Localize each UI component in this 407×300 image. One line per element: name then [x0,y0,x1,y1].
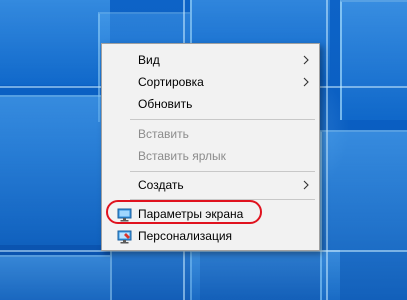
display-settings-icon [117,207,132,222]
menu-item-label: Создать [138,178,184,192]
menu-item-label: Обновить [138,97,193,111]
menu-item-sort[interactable]: Сортировка [103,71,318,93]
menu-separator [130,171,315,172]
menu-item-personalization[interactable]: Персонализация [103,225,318,247]
menu-item-label: Персонализация [138,229,233,243]
wallpaper-light-pane [190,250,340,300]
wallpaper-light-pane [0,95,110,245]
menu-item-paste-shortcut[interactable]: Вставить ярлык [103,145,318,167]
menu-separator [130,199,315,200]
menu-item-label: Сортировка [138,75,204,89]
wallpaper-light-pane [0,255,110,300]
menu-item-label: Параметры экрана [138,207,244,221]
menu-item-label: Вставить [138,127,189,141]
menu-item-new[interactable]: Создать [103,174,318,196]
chevron-right-icon [302,71,310,93]
menu-item-display-settings[interactable]: Параметры экрана [103,203,318,225]
menu-item-view[interactable]: Вид [103,49,318,71]
chevron-right-icon [302,174,310,196]
chevron-right-icon [302,49,310,71]
menu-item-label: Вставить ярлык [138,149,226,163]
menu-separator [130,119,315,120]
menu-item-paste[interactable]: Вставить [103,123,318,145]
menu-item-label: Вид [138,53,160,67]
personalization-icon [117,229,132,244]
wallpaper-light-pane [0,0,110,85]
menu-item-refresh[interactable]: Обновить [103,93,318,115]
desktop-context-menu: Вид Сортировка Обновить Вставить Вставит… [101,43,320,251]
wallpaper-light-pane [340,0,407,120]
wallpaper-light-beam [326,0,328,300]
